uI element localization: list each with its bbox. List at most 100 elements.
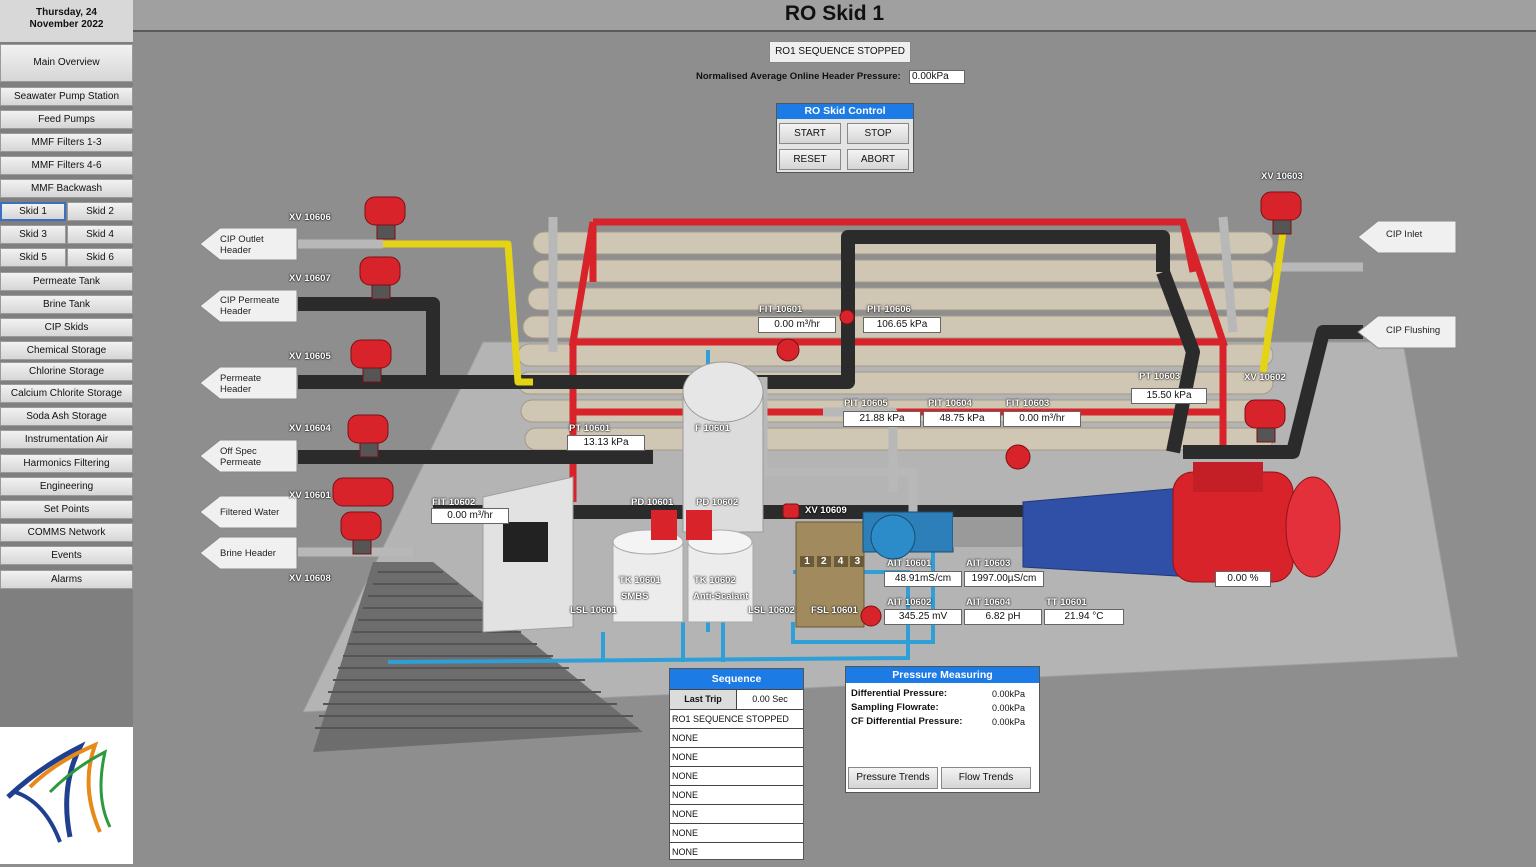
differential-pressure-label: Differential Pressure: — [851, 688, 948, 699]
ait10601-tag: AIT 10601 — [887, 558, 932, 569]
ait10604-tag: AIT 10604 — [966, 597, 1011, 608]
valve-xv10607-tag[interactable]: XV 10607 — [289, 273, 331, 284]
abort-button[interactable]: ABORT — [847, 149, 909, 170]
pit10605-value: 21.88 kPa — [843, 411, 921, 427]
sequence-row: NONE — [670, 766, 803, 785]
permeate-header-label[interactable]: Permeate Header — [220, 373, 261, 395]
sequence-row: NONE — [670, 804, 803, 823]
nav-brine-tank[interactable]: Brine Tank — [0, 295, 133, 314]
cip-permeate-line1: CIP Permeate — [220, 295, 280, 306]
nav-harmonics-filtering[interactable]: Harmonics Filtering — [0, 454, 133, 473]
ro-skid-control-panel: RO Skid Control START STOP RESET ABORT — [776, 103, 914, 173]
start-button[interactable]: START — [779, 123, 841, 144]
permeate-line1: Permeate — [220, 373, 262, 384]
cartridge-3: 3 — [850, 556, 865, 567]
nav-skid-2[interactable]: Skid 2 — [67, 202, 133, 221]
sequence-panel: Sequence Last Trip 0.00 Sec RO1 SEQUENCE… — [669, 668, 804, 860]
brine-header-label[interactable]: Brine Header — [220, 548, 276, 559]
nav-set-points[interactable]: Set Points — [0, 500, 133, 519]
cartridge-1: 1 — [800, 556, 814, 567]
pit10604-value: 48.75 kPa — [923, 411, 1001, 427]
sequence-row: NONE — [670, 747, 803, 766]
nav-engineering[interactable]: Engineering — [0, 477, 133, 496]
fit10603-value: 0.00 m³/hr — [1003, 411, 1081, 427]
valve-xv10608-tag[interactable]: XV 10608 — [289, 573, 331, 584]
sequence-row: NONE — [670, 728, 803, 747]
header-pressure-label: Normalised Average Online Header Pressur… — [696, 71, 901, 82]
nav-alarms[interactable]: Alarms — [0, 570, 133, 589]
last-trip-value: 0.00 Sec — [752, 694, 788, 704]
reset-button[interactable]: RESET — [779, 149, 841, 170]
date-line-1: Thursday, 24 — [36, 7, 97, 18]
cip-outlet-header-label[interactable]: CIP Outlet Header — [220, 234, 264, 256]
nav-mmf-filters-1-3[interactable]: MMF Filters 1-3 — [0, 133, 133, 152]
nav-skid-6[interactable]: Skid 6 — [67, 248, 133, 267]
valve-xv10603-tag[interactable]: XV 10603 — [1261, 171, 1303, 182]
sequence-title: Sequence — [670, 669, 803, 689]
tt10601-value: 21.94 °C — [1044, 609, 1124, 625]
fit10603-tag: FIT 10603 — [1006, 398, 1050, 409]
nav-skid-4[interactable]: Skid 4 — [67, 225, 133, 244]
filtered-water-label[interactable]: Filtered Water — [220, 507, 279, 518]
pressure-panel-title: Pressure Measuring — [846, 667, 1039, 683]
nav-calcium-chlorite-storage[interactable]: Calcium Chlorite Storage — [0, 384, 133, 403]
lsl10602-label: LSL 10602 — [748, 605, 795, 616]
nav-feed-pumps[interactable]: Feed Pumps — [0, 110, 133, 129]
valve-xv10604-tag[interactable]: XV 10604 — [289, 423, 331, 434]
nav-skid-3[interactable]: Skid 3 — [0, 225, 66, 244]
flow-trends-button[interactable]: Flow Trends — [941, 767, 1031, 789]
nav-permeate-tank[interactable]: Permeate Tank — [0, 272, 133, 291]
nav-chlorine-storage[interactable]: Chlorine Storage — [0, 362, 133, 381]
sidebar: Thursday, 24 November 2022 Main Overview… — [0, 0, 133, 864]
nav-mmf-backwash[interactable]: MMF Backwash — [0, 179, 133, 198]
pt10603-value: 15.50 kPa — [1131, 388, 1207, 404]
nav-instrumentation-air[interactable]: Instrumentation Air — [0, 430, 133, 449]
cip-permeate-header-label[interactable]: CIP Permeate Header — [220, 295, 280, 317]
nav-chemical-storage[interactable]: Chemical Storage — [0, 341, 133, 360]
differential-pressure-value: 0.00kPa — [991, 689, 1025, 699]
valve-xv10601-tag[interactable]: XV 10601 — [289, 490, 331, 501]
nav-mmf-filters-4-6[interactable]: MMF Filters 4-6 — [0, 156, 133, 175]
off-spec-permeate-label[interactable]: Off Spec Permeate — [220, 446, 261, 468]
pressure-trends-button[interactable]: Pressure Trends — [848, 767, 938, 789]
pit10604-tag: PIT 10604 — [928, 398, 972, 409]
nav-skid-5[interactable]: Skid 5 — [0, 248, 66, 267]
nav-cip-skids[interactable]: CIP Skids — [0, 318, 133, 337]
ait10603-value: 1997.00µS/cm — [964, 571, 1044, 587]
cip-permeate-line2: Header — [220, 306, 252, 317]
cip-inlet-label[interactable]: CIP Inlet — [1386, 229, 1422, 240]
pump-motor — [1172, 462, 1341, 583]
off-spec-line2: Permeate — [220, 457, 262, 468]
pit10605-tag: PIT 10605 — [844, 398, 888, 409]
sampling-flowrate-label: Sampling Flowrate: — [851, 702, 939, 713]
nav-events[interactable]: Events — [0, 546, 133, 565]
nav-skid-1[interactable]: Skid 1 — [0, 202, 66, 221]
valve-xv10605-tag[interactable]: XV 10605 — [289, 351, 331, 362]
fit10602-tag: FIT 10602 — [432, 497, 476, 508]
ait10602-value: 345.25 mV — [884, 609, 962, 625]
sequence-row: RO1 SEQUENCE STOPPED — [670, 709, 803, 728]
date-line-2: November 2022 — [29, 19, 104, 30]
pd10602-label: PD 10602 — [696, 497, 739, 508]
tk10601-label: TK 10601 — [619, 575, 661, 586]
pit10606-tag: PIT 10606 — [867, 304, 911, 315]
pt10603-tag: PT 10603 — [1139, 371, 1181, 382]
stop-button[interactable]: STOP — [847, 123, 909, 144]
last-trip-label: Last Trip — [670, 690, 737, 709]
pit10606-value: 106.65 kPa — [863, 317, 941, 333]
valve-xv10602-tag[interactable]: XV 10602 — [1244, 372, 1286, 383]
lsl10601-label: LSL 10601 — [570, 605, 617, 616]
fsl10601-label: FSL 10601 — [811, 605, 858, 616]
cip-flushing-label[interactable]: CIP Flushing — [1386, 325, 1440, 336]
title-bar: RO Skid 1 — [133, 0, 1536, 32]
cip-outlet-line1: CIP Outlet — [220, 234, 264, 245]
sequence-row: NONE — [670, 785, 803, 804]
nav-soda-ash-storage[interactable]: Soda Ash Storage — [0, 407, 133, 426]
fit10601-value: 0.00 m³/hr — [758, 317, 836, 333]
nav-main-overview[interactable]: Main Overview — [0, 44, 133, 82]
nav-seawater-pump-station[interactable]: Seawater Pump Station — [0, 87, 133, 106]
nav-comms-network[interactable]: COMMS Network — [0, 523, 133, 542]
valve-xv10609-tag[interactable]: XV 10609 — [805, 505, 847, 516]
pt10601-value: 13.13 kPa — [567, 435, 645, 451]
valve-xv10606-tag[interactable]: XV 10606 — [289, 212, 331, 223]
